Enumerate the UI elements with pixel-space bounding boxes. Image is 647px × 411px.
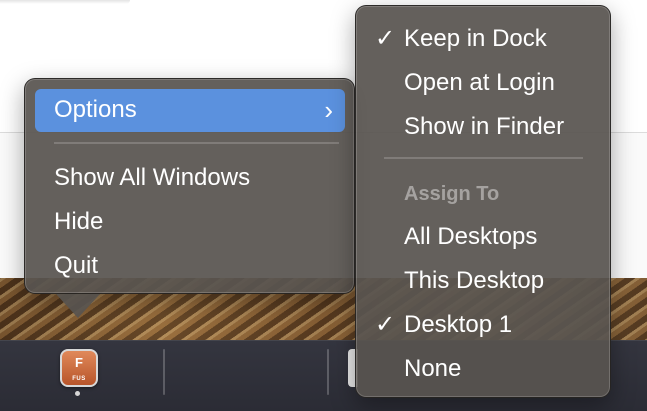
- checkmark-icon: ✓: [374, 311, 396, 338]
- menu-item-keep-in-dock[interactable]: Keep in Dock: [404, 19, 547, 59]
- app-icon-letter: F: [75, 355, 83, 370]
- running-indicator: [75, 391, 80, 396]
- dock-context-menu: Options › Show All Windows Hide Quit: [24, 78, 355, 294]
- assign-to-header: Assign To: [404, 183, 500, 205]
- menu-item-quit[interactable]: Quit: [54, 246, 98, 286]
- fusion-app-icon[interactable]: F FUS: [60, 349, 98, 387]
- menu-item-options-label: Options: [54, 96, 137, 123]
- app-icon-sublabel: FUS: [72, 376, 86, 382]
- chevron-right-icon: ›: [324, 95, 333, 125]
- options-submenu: ✓ Keep in Dock Open at Login Show in Fin…: [355, 5, 611, 398]
- menu-item-all-desktops[interactable]: All Desktops: [404, 217, 537, 257]
- dock-separator: [327, 349, 329, 395]
- menu-item-this-desktop[interactable]: This Desktop: [404, 261, 544, 301]
- menu-item-open-at-login[interactable]: Open at Login: [404, 63, 555, 103]
- menu-separator: [384, 157, 583, 159]
- window-edge: [0, 0, 130, 4]
- menu-item-hide[interactable]: Hide: [54, 202, 103, 242]
- menu-item-desktop-1[interactable]: Desktop 1: [404, 305, 512, 345]
- menu-item-none[interactable]: None: [404, 349, 461, 389]
- menu-item-show-in-finder[interactable]: Show in Finder: [404, 107, 564, 147]
- menu-pointer: [56, 294, 100, 318]
- dock-separator: [163, 349, 165, 395]
- menu-item-options[interactable]: Options ›: [35, 89, 345, 132]
- menu-separator: [54, 142, 339, 144]
- checkmark-icon: ✓: [374, 25, 396, 52]
- menu-item-show-all-windows[interactable]: Show All Windows: [54, 158, 250, 198]
